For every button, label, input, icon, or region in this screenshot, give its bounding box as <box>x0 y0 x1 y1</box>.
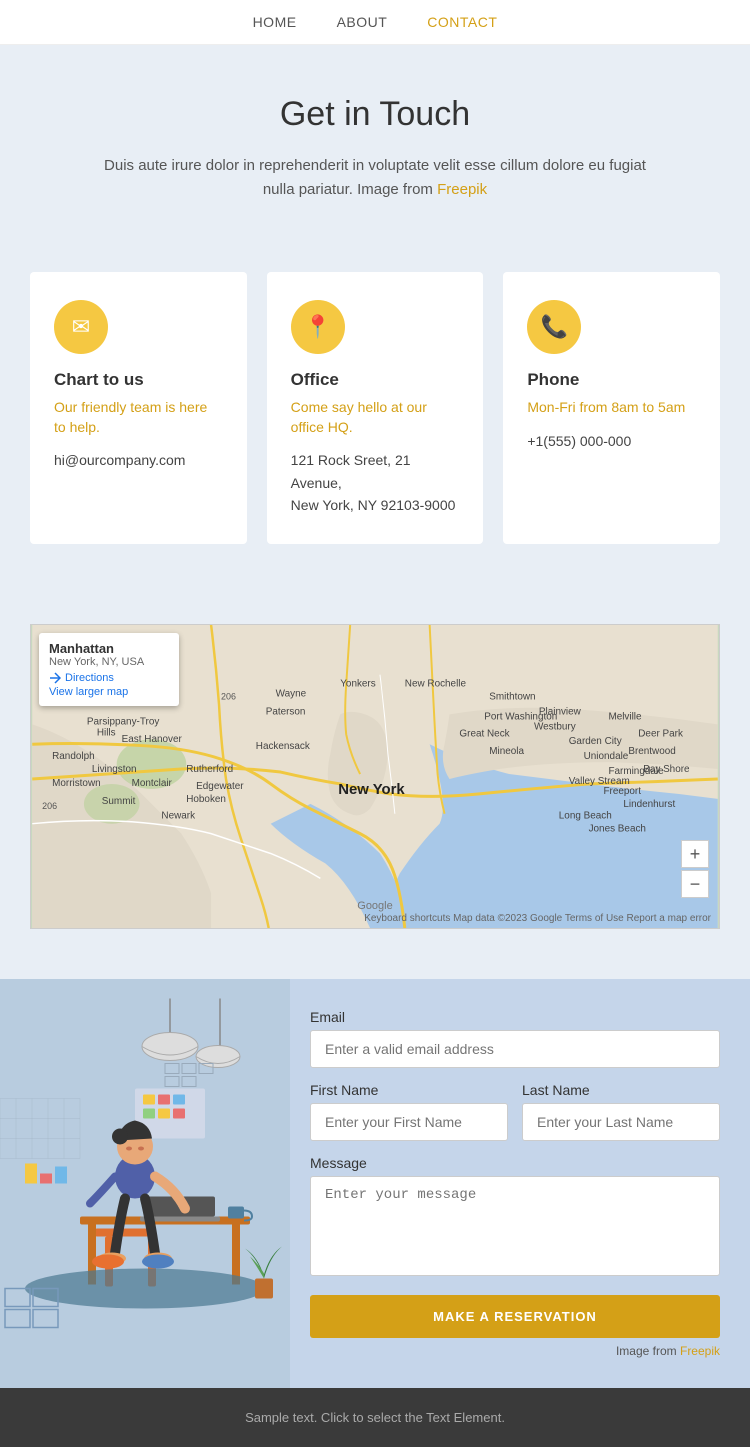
svg-text:Westbury: Westbury <box>534 722 576 733</box>
map-container[interactable]: Parsippany-Troy Hills Randolph East Hano… <box>30 624 720 929</box>
svg-text:Rutherford: Rutherford <box>186 764 233 775</box>
card-phone-subtitle: Mon-Fri from 8am to 5am <box>527 398 696 418</box>
svg-text:Great Neck: Great Neck <box>459 729 509 740</box>
image-credit: Image from Freepik <box>310 1344 720 1358</box>
chat-icon: ✉ <box>54 300 108 354</box>
map-zoom-out[interactable]: − <box>681 870 709 898</box>
form-illustration <box>0 979 290 1388</box>
svg-text:Hackensack: Hackensack <box>256 742 310 753</box>
freepik-link-form[interactable]: Freepik <box>680 1344 720 1358</box>
svg-text:Brentwood: Brentwood <box>628 747 675 758</box>
hero-description: Duis aute irure dolor in reprehenderit i… <box>95 154 655 202</box>
card-phone: 📞 Phone Mon-Fri from 8am to 5am +1(555) … <box>503 272 720 544</box>
nav-contact[interactable]: CONTACT <box>427 14 497 30</box>
nav-about[interactable]: ABOUT <box>337 14 388 30</box>
last-name-field-container: Last Name <box>522 1082 720 1155</box>
svg-text:Uniondale: Uniondale <box>584 751 629 762</box>
map-directions[interactable]: Directions <box>49 672 169 684</box>
illustration-svg <box>0 979 290 1388</box>
svg-text:Parsippany-Troy: Parsippany-Troy <box>87 717 159 728</box>
footer-text: Sample text. Click to select the Text El… <box>22 1410 728 1425</box>
email-field-container: Email <box>310 1009 720 1082</box>
card-chat: ✉ Chart to us Our friendly team is here … <box>30 272 247 544</box>
office-icon: 📍 <box>291 300 345 354</box>
email-input[interactable] <box>310 1030 720 1068</box>
last-name-input[interactable] <box>522 1103 720 1141</box>
svg-text:Freeport: Freeport <box>603 786 641 797</box>
svg-text:Smithtown: Smithtown <box>489 692 535 703</box>
card-office-subtitle: Come say hello at our office HQ. <box>291 398 460 437</box>
svg-text:Lindenhurst: Lindenhurst <box>623 799 675 810</box>
card-phone-detail: +1(555) 000-000 <box>527 430 696 452</box>
card-chat-detail: hi@ourcompany.com <box>54 449 223 471</box>
svg-text:Montclair: Montclair <box>132 778 173 789</box>
card-chat-subtitle: Our friendly team is here to help. <box>54 398 223 437</box>
svg-text:New York: New York <box>338 782 405 798</box>
svg-text:206: 206 <box>42 801 57 811</box>
svg-text:Deer Park: Deer Park <box>638 729 683 740</box>
submit-button[interactable]: MAKE A RESERVATION <box>310 1295 720 1338</box>
svg-text:Melville: Melville <box>608 712 642 723</box>
form-section: Email First Name Last Name Message MAKE … <box>0 979 750 1388</box>
svg-text:East Hanover: East Hanover <box>122 735 183 746</box>
map-popup: Manhattan New York, NY, USA Directions V… <box>39 633 179 706</box>
cards-section: ✉ Chart to us Our friendly team is here … <box>0 242 750 594</box>
navigation: HOME ABOUT CONTACT <box>0 0 750 45</box>
card-office: 📍 Office Come say hello at our office HQ… <box>267 272 484 544</box>
email-label: Email <box>310 1009 720 1025</box>
freepik-link[interactable]: Freepik <box>437 181 487 198</box>
svg-text:Summit: Summit <box>102 796 136 807</box>
map-view-larger[interactable]: View larger map <box>49 686 169 698</box>
card-office-title: Office <box>291 370 460 390</box>
svg-text:Mineola: Mineola <box>489 747 524 758</box>
svg-text:Paterson: Paterson <box>266 707 306 718</box>
svg-text:Morristown: Morristown <box>52 778 101 789</box>
hero-section: Get in Touch Duis aute irure dolor in re… <box>0 45 750 242</box>
name-row: First Name Last Name <box>310 1082 720 1155</box>
svg-text:Edgewater: Edgewater <box>196 781 244 792</box>
svg-text:Yonkers: Yonkers <box>340 679 376 690</box>
svg-text:New Rochelle: New Rochelle <box>405 679 467 690</box>
svg-text:Jones Beach: Jones Beach <box>589 824 646 835</box>
svg-text:Newark: Newark <box>161 811 195 822</box>
svg-text:Hills: Hills <box>97 728 116 739</box>
map-place-name: Manhattan <box>49 641 169 656</box>
svg-text:Garden City: Garden City <box>569 737 622 748</box>
svg-text:Wayne: Wayne <box>276 689 307 700</box>
svg-text:206: 206 <box>221 692 236 702</box>
message-field-container: Message <box>310 1155 720 1295</box>
map-footer: Keyboard shortcuts Map data ©2023 Google… <box>364 913 711 924</box>
first-name-input[interactable] <box>310 1103 508 1141</box>
last-name-label: Last Name <box>522 1082 720 1098</box>
svg-text:Bay Shore: Bay Shore <box>643 764 690 775</box>
map-place-sub: New York, NY, USA <box>49 656 169 668</box>
form-right: Email First Name Last Name Message MAKE … <box>290 979 750 1388</box>
map-google-logo: Google <box>357 900 392 912</box>
nav-home[interactable]: HOME <box>253 14 297 30</box>
cards-row: ✉ Chart to us Our friendly team is here … <box>30 272 720 544</box>
map-controls: + − <box>681 840 709 898</box>
svg-text:Plainview: Plainview <box>539 707 582 718</box>
svg-text:Randolph: Randolph <box>52 751 94 762</box>
first-name-label: First Name <box>310 1082 508 1098</box>
hero-title: Get in Touch <box>40 95 710 134</box>
message-label: Message <box>310 1155 720 1171</box>
message-input[interactable] <box>310 1176 720 1276</box>
svg-text:Livingston: Livingston <box>92 764 137 775</box>
card-phone-title: Phone <box>527 370 696 390</box>
map-section: Parsippany-Troy Hills Randolph East Hano… <box>0 594 750 979</box>
phone-icon: 📞 <box>527 300 581 354</box>
footer: Sample text. Click to select the Text El… <box>0 1388 750 1447</box>
svg-text:Long Beach: Long Beach <box>559 811 612 822</box>
map-zoom-in[interactable]: + <box>681 840 709 868</box>
svg-text:Hoboken: Hoboken <box>186 794 226 805</box>
first-name-field-container: First Name <box>310 1082 508 1155</box>
card-chat-title: Chart to us <box>54 370 223 390</box>
card-office-detail: 121 Rock Sreet, 21 Avenue,New York, NY 9… <box>291 449 460 516</box>
